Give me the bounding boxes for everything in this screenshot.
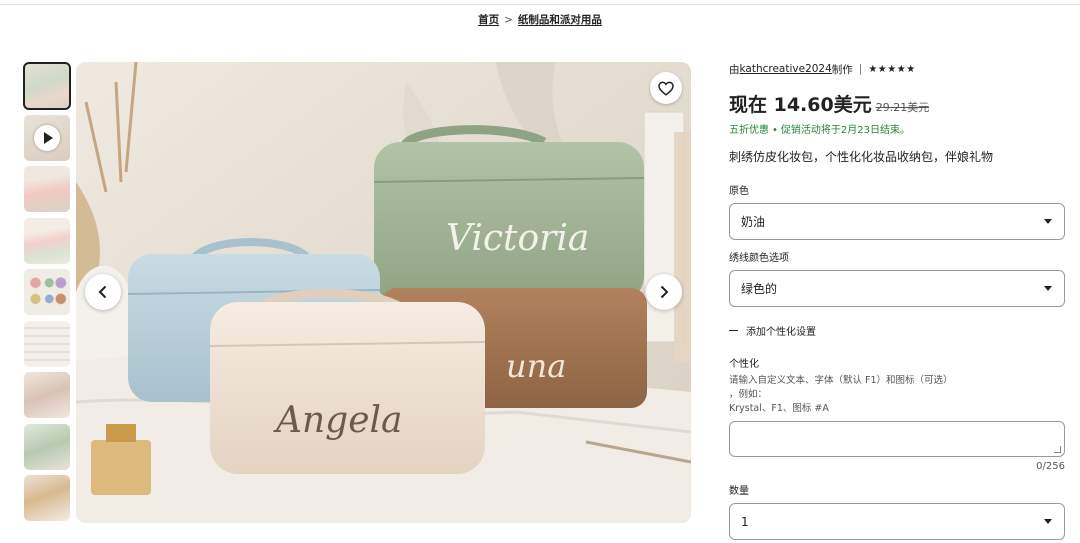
personalization-hint-line: Krystal、F1、图标 #A xyxy=(729,403,829,414)
color-select[interactable]: 奶油 xyxy=(729,203,1065,240)
quantity-select-value: 1 xyxy=(741,514,749,529)
main-product-image[interactable]: Victoria una Angela xyxy=(76,62,691,523)
thumbnail-video[interactable] xyxy=(24,114,70,161)
thumbnail-8[interactable] xyxy=(24,423,70,470)
thumbnail-4[interactable] xyxy=(24,217,70,264)
breadcrumb-separator: > xyxy=(504,14,513,26)
thumbnail-5[interactable] xyxy=(24,269,70,315)
thread-color-select[interactable]: 绿色的 xyxy=(729,270,1065,307)
thumbnail-strip xyxy=(23,62,71,527)
svg-text:Victoria: Victoria xyxy=(446,218,589,259)
seller-info: 由 kathcreative2024 制作 | ★★★★★ xyxy=(729,60,1065,78)
product-info-panel: 由 kathcreative2024 制作 | ★★★★★ 现在 14.60美元 2… xyxy=(729,60,1065,540)
thumbnail-1[interactable] xyxy=(23,62,71,110)
product-title: 刺绣仿皮化妆包，个性化化妆品收纳包，伴娘礼物 xyxy=(729,150,994,164)
sale-info: 五折优惠 • 促销活动将于2月23日结束。 xyxy=(729,121,1065,136)
seller-prefix: 由 xyxy=(729,63,740,76)
original-price: 29.21美元 xyxy=(875,101,930,114)
caret-down-icon xyxy=(1044,219,1052,224)
sale-discount: 五折优惠 xyxy=(729,125,769,136)
seller-link[interactable]: kathcreative2024 xyxy=(740,63,832,75)
breadcrumb-home-link[interactable]: 首页 xyxy=(478,14,499,26)
color-label: 原色 xyxy=(729,186,749,197)
character-counter: 0/256 xyxy=(1036,461,1065,472)
favorite-button[interactable] xyxy=(650,72,682,104)
personalization-hint: 请输入自定义文本、字体（默认 F1）和图标（可选） ，例如： Krystal、F… xyxy=(729,374,1065,416)
personalization-heading: 个性化 xyxy=(729,359,759,370)
minus-icon xyxy=(729,329,738,332)
personalization-hint-line: 请输入自定义文本、字体（默认 F1）和图标（可选） xyxy=(729,375,953,386)
chevron-right-icon xyxy=(660,285,669,299)
thread-color-label: 绣线颜色选项 xyxy=(729,253,789,264)
play-icon xyxy=(34,124,60,151)
quantity-select[interactable]: 1 xyxy=(729,503,1065,540)
thumbnail-7[interactable] xyxy=(24,372,70,418)
personalization-toggle[interactable]: 添加个性化设置 xyxy=(729,323,1065,338)
current-price: 现在 14.60美元 xyxy=(729,94,872,116)
top-divider xyxy=(0,4,1080,5)
personalization-hint-line: ，例如： xyxy=(729,389,768,400)
rating-stars[interactable]: ★★★★★ xyxy=(868,64,915,75)
caret-down-icon xyxy=(1044,286,1052,291)
thumbnail-6[interactable] xyxy=(24,320,70,367)
svg-text:una: una xyxy=(506,347,566,385)
product-photo-illustration: Victoria una Angela xyxy=(76,62,691,523)
heart-icon xyxy=(658,81,674,96)
breadcrumb: 首页 > 纸制品和派对用品 xyxy=(0,12,1080,27)
next-image-button[interactable] xyxy=(646,274,682,310)
previous-image-button[interactable] xyxy=(85,274,121,310)
price-row: 现在 14.60美元 29.21美元 xyxy=(729,90,1065,117)
chevron-left-icon xyxy=(98,285,107,299)
seller-suffix: 制作 xyxy=(831,63,853,76)
seller-divider: | xyxy=(858,63,863,75)
sale-dot: • xyxy=(772,125,778,136)
personalization-textarea[interactable] xyxy=(729,421,1065,457)
color-select-value: 奶油 xyxy=(741,215,766,229)
caret-down-icon xyxy=(1044,519,1052,524)
breadcrumb-category-link[interactable]: 纸制品和派对用品 xyxy=(518,14,602,26)
thread-color-select-value: 绿色的 xyxy=(741,282,778,296)
quantity-label: 数量 xyxy=(729,486,749,497)
thumbnail-3[interactable] xyxy=(24,166,70,212)
sale-note: 促销活动将于2月23日结束。 xyxy=(780,125,910,136)
svg-text:Angela: Angela xyxy=(273,400,403,441)
personalization-toggle-label: 添加个性化设置 xyxy=(746,327,816,338)
thumbnail-9[interactable] xyxy=(24,475,70,521)
